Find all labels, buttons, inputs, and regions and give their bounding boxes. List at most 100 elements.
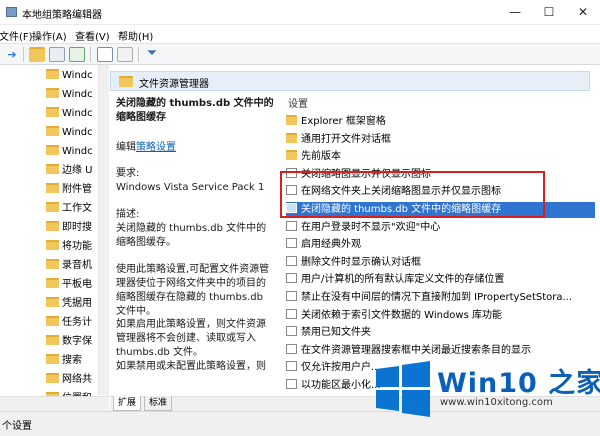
tab-standard[interactable]: 标准	[144, 396, 173, 411]
folder-icon	[286, 150, 297, 161]
folder-icon	[46, 354, 59, 364]
row-label: 仅允许按用户户...	[301, 362, 381, 374]
row-label: 在用户登录时不显示"欢迎"中心	[301, 221, 441, 233]
up-folder-icon[interactable]	[29, 47, 45, 62]
tree-item-label: 凭据用	[62, 298, 92, 309]
status-bar: 个设置	[0, 411, 600, 436]
filter-icon[interactable]: ⏷	[144, 47, 160, 62]
policy-icon	[286, 238, 297, 249]
tree-item-label: 数字保	[62, 336, 92, 347]
tree-item-label: 工作文	[62, 203, 92, 214]
properties-icon[interactable]	[117, 47, 133, 62]
policy-icon	[286, 273, 297, 284]
tree-item-label: 搜索	[62, 355, 82, 366]
folder-icon	[286, 115, 297, 125]
app-icon	[6, 7, 17, 17]
toolbar-divider	[23, 47, 24, 62]
tree-item-label: Windc	[62, 70, 93, 81]
windows-logo-icon	[374, 360, 432, 418]
show-hide-tree-icon[interactable]	[49, 47, 65, 62]
folder-icon	[46, 88, 59, 98]
tree-item-label: 任务计	[62, 317, 92, 328]
folder-icon	[46, 107, 59, 117]
settings-folder-row[interactable]: 先前版本	[286, 149, 595, 165]
menu-view[interactable]: 查看(V)	[75, 28, 110, 43]
tree-item-label: 平板电	[62, 279, 92, 290]
policy-row[interactable]: 用户/计算机的所有默认库定义文件的存储位置	[286, 272, 595, 288]
watermark-url: www.win10xitong.com	[440, 397, 553, 408]
menu-action[interactable]: 操作(A)	[32, 28, 67, 43]
policy-row[interactable]: 删除文件时显示确认对话框	[286, 255, 595, 271]
window-title: 本地组策略编辑器	[22, 10, 102, 21]
edit-policy-line: 编辑策略设置	[116, 141, 274, 155]
row-label: Explorer 框架窗格	[301, 116, 386, 127]
menu-help[interactable]: 帮助(H)	[118, 28, 153, 43]
section-header: 文件资源管理器	[110, 71, 590, 91]
tree-item-label: 录音机	[62, 260, 92, 271]
policy-heading: 关闭隐藏的 thumbs.db 文件中的缩略图缓存	[116, 98, 274, 123]
policy-icon	[286, 343, 297, 354]
row-label: 启用经典外观	[301, 239, 361, 251]
tree-scrollbar[interactable]	[98, 65, 109, 395]
tree-item-label: Windc	[62, 146, 93, 157]
folder-icon	[46, 297, 59, 307]
tree-item-label: 将功能	[62, 241, 92, 252]
help-icon[interactable]	[97, 47, 113, 62]
forward-icon[interactable]: ➔	[4, 47, 20, 62]
policy-row[interactable]: 禁用已知文件夹	[286, 325, 595, 341]
policy-row[interactable]: 在用户登录时不显示"欢迎"中心	[286, 220, 595, 236]
row-label: 删除文件时显示确认对话框	[301, 256, 421, 268]
folder-icon	[46, 221, 59, 231]
settings-folder-row[interactable]: Explorer 框架窗格	[286, 114, 595, 130]
folder-icon	[46, 202, 59, 212]
row-label: 先前版本	[301, 151, 341, 163]
policy-icon	[286, 379, 297, 389]
policy-row[interactable]: 关闭依赖于索引文件数据的 Windows 库功能	[286, 308, 595, 324]
watermark-brand: Win10 之家	[437, 368, 600, 399]
view-tabs: 扩展 标准	[110, 396, 280, 411]
tree-item-label: 附件管	[62, 184, 92, 195]
menu-file[interactable]: 文件(F)	[0, 28, 33, 43]
folder-icon	[46, 164, 59, 174]
folder-icon	[46, 69, 59, 79]
policy-icon	[286, 220, 297, 231]
status-text: 个设置	[2, 421, 32, 432]
tree-horizontal-scrollbar[interactable]	[0, 396, 109, 411]
description-para-2: 如果启用此策略设置，则文件资源管理器将不会创建、读取或写入 thumbs.db …	[116, 319, 266, 358]
policy-row[interactable]: 在文件资源管理器搜索框中关闭最近搜索条目的显示	[286, 343, 595, 359]
description-para-1: 使用此策略设置,可配置文件资源管理器使位于网络文件夹中的项目的缩略图缓存在隐藏的…	[116, 264, 270, 317]
maximize-icon[interactable]: ☐	[532, 0, 566, 25]
requirements-label: 要求:	[116, 168, 140, 179]
edit-prefix: 编辑	[116, 142, 136, 153]
section-title: 文件资源管理器	[139, 79, 209, 90]
row-label: 关闭依赖于索引文件数据的 Windows 库功能	[301, 309, 502, 321]
highlight-box	[280, 171, 545, 218]
policy-row[interactable]: 禁止在没有中间层的情况下直接附加到 IPropertySetStora...	[286, 290, 595, 306]
row-label: 通用打开文件对话框	[301, 133, 391, 145]
close-icon[interactable]: ✕	[566, 0, 600, 25]
menu-bar: 文件(F) 操作(A) 查看(V) 帮助(H)	[0, 25, 600, 43]
settings-column-header[interactable]: 设置	[288, 95, 308, 110]
settings-folder-row[interactable]: 通用打开文件对话框	[286, 132, 595, 148]
export-list-icon[interactable]	[69, 47, 85, 62]
policy-icon	[286, 361, 297, 372]
tree-item-label: Windc	[62, 108, 93, 119]
policy-icon	[286, 255, 297, 266]
folder-icon	[286, 132, 297, 143]
description-para-3: 如果禁用或未配置此策略设置，则文	[116, 361, 266, 372]
edit-policy-link[interactable]: 策略设置	[136, 142, 176, 153]
folder-icon	[46, 316, 59, 326]
row-label: 禁止在没有中间层的情况下直接附加到 IPropertySetStora...	[301, 292, 573, 303]
row-label: 在文件资源管理器搜索框中关闭最近搜索条目的显示	[301, 344, 531, 356]
folder-icon	[119, 76, 133, 87]
minimize-icon[interactable]: —	[498, 0, 532, 25]
tab-extended[interactable]: 扩展	[113, 396, 142, 411]
tree-pane: Windc Windc Windc Windc Windc 边缘 U 附件管 工作文 即时搜 将功…	[0, 65, 109, 411]
row-label: 用户/计算机的所有默认库定义文件的存储位置	[301, 274, 505, 286]
tree-item-label: 即时搜	[62, 222, 92, 233]
folder-icon	[46, 126, 59, 136]
policy-icon	[286, 326, 297, 337]
row-label: 禁用已知文件夹	[301, 327, 371, 339]
folder-icon	[46, 278, 59, 288]
policy-row[interactable]: 启用经典外观	[286, 237, 595, 253]
